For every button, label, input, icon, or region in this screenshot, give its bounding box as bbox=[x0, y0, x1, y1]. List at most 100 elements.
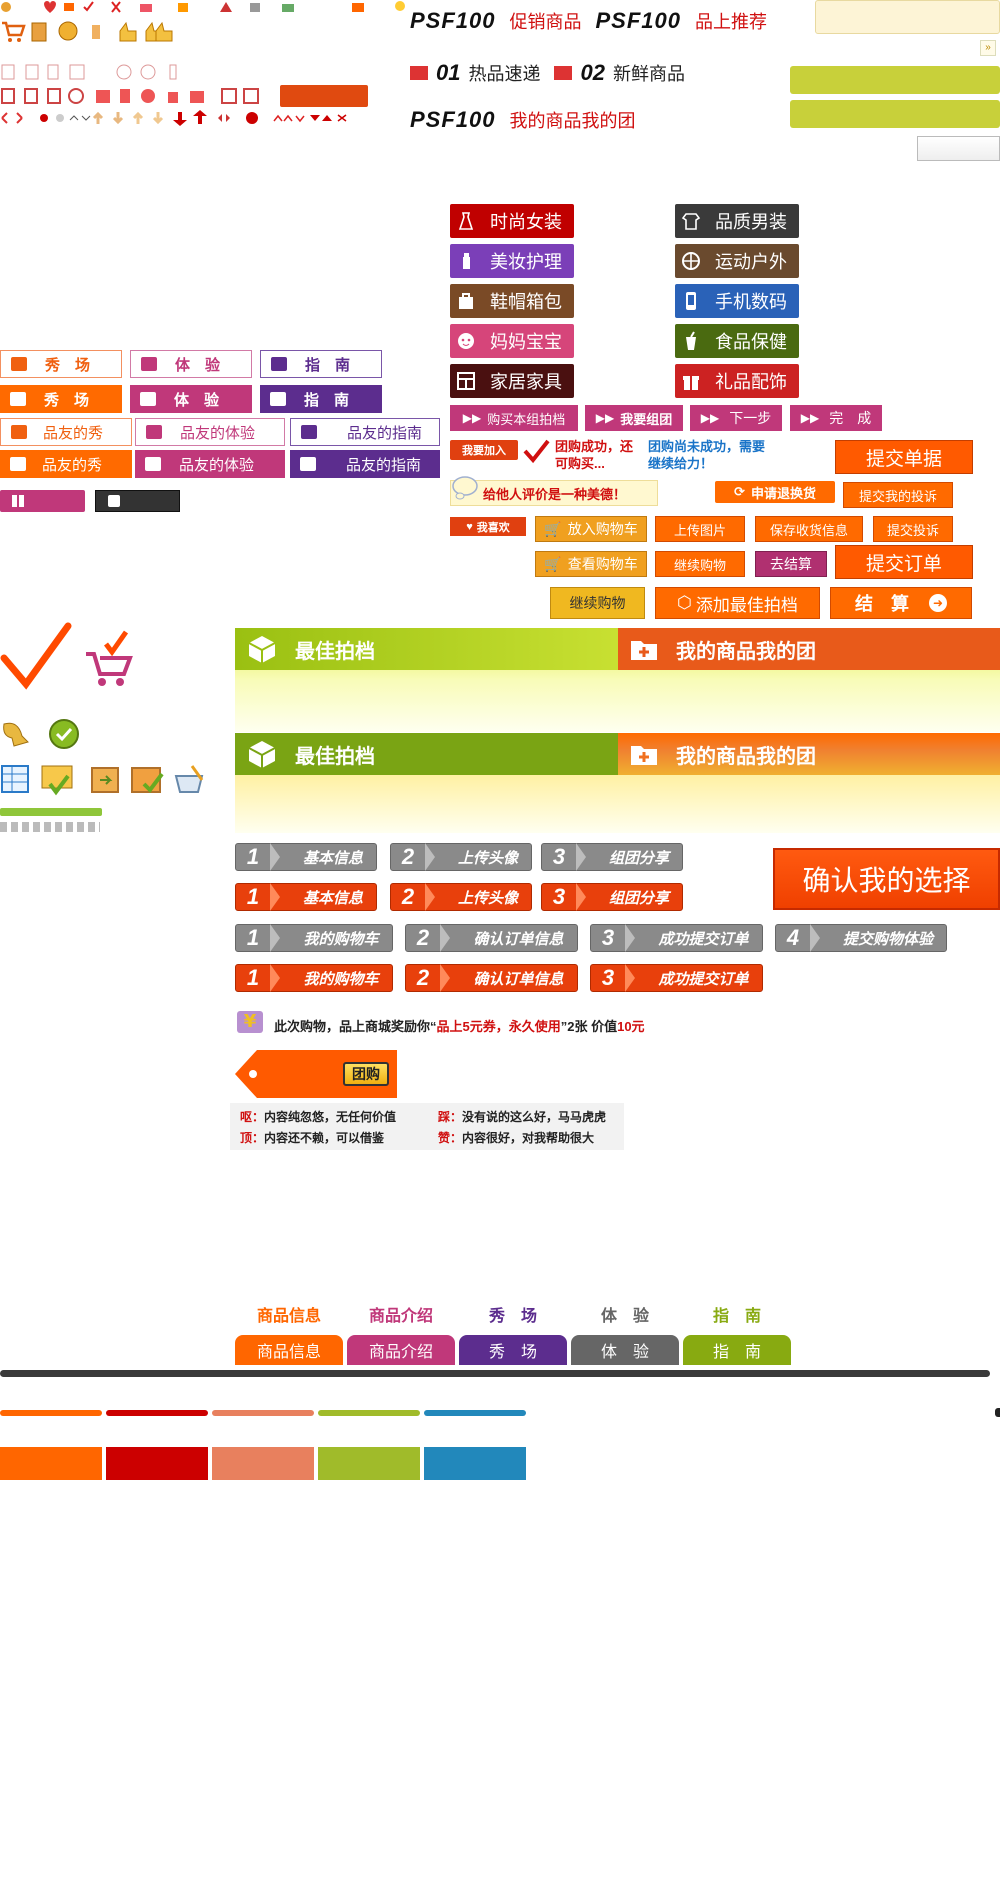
step-number: 3 bbox=[552, 844, 566, 869]
tab-guide-outline[interactable]: 指 南 bbox=[260, 350, 382, 378]
next-step-button[interactable]: ▶▶ 下一步 bbox=[690, 405, 782, 431]
save-address-button[interactable]: 保存收货信息 bbox=[755, 516, 863, 542]
cube-icon bbox=[247, 634, 277, 664]
step-number: 1 bbox=[246, 844, 260, 869]
dark-action-button[interactable] bbox=[95, 490, 180, 512]
tab-experience-outline[interactable]: 体 验 bbox=[130, 350, 252, 378]
nav-tab-2[interactable]: 商品介绍 bbox=[347, 1335, 455, 1365]
refund-button[interactable]: ⟳ 申请退换货 bbox=[715, 481, 835, 503]
add-best-partner-button[interactable]: ⬡ 添加最佳拍档 bbox=[655, 587, 820, 619]
category-button-6[interactable]: 手机数码 bbox=[675, 284, 799, 318]
category-button-7[interactable]: 妈妈宝宝 bbox=[450, 324, 574, 358]
bell-icon bbox=[0, 718, 30, 748]
nav-tab-1[interactable]: 商品信息 bbox=[235, 1335, 343, 1365]
step-order-gray-3[interactable]: 3 成功提交订单 bbox=[590, 924, 763, 952]
tab-friends-experience-filled[interactable]: 品友的体验 bbox=[135, 450, 285, 478]
fast-forward-icon: ▶▶ bbox=[700, 411, 720, 425]
step-basic-orange-2[interactable]: 2 上传头像 bbox=[390, 883, 532, 911]
rating-option-3[interactable]: 顶：内容还不赖，可以借鉴 bbox=[240, 1129, 384, 1146]
tab-show-filled[interactable]: 秀 场 bbox=[0, 385, 122, 413]
rating-option-2[interactable]: 踩：没有说的这么好，马马虎虎 bbox=[438, 1108, 606, 1125]
tab-friends-show-filled[interactable]: 品友的秀 bbox=[0, 450, 132, 478]
green-bar-1[interactable] bbox=[790, 66, 1000, 94]
rating-option-1[interactable]: 呕：内容纯忽悠，无任何价值 bbox=[240, 1108, 396, 1125]
nav-tab-text-2[interactable]: 商品介绍 bbox=[347, 1302, 455, 1326]
continue-shopping-button[interactable]: 继续购物 bbox=[655, 551, 745, 577]
upload-image-button[interactable]: 上传图片 bbox=[655, 516, 745, 542]
step-order-orange-2[interactable]: 2 确认订单信息 bbox=[405, 964, 578, 992]
step-order-gray-1[interactable]: 1 我的购物车 bbox=[235, 924, 393, 952]
step-basic-gray-3[interactable]: 3 组团分享 bbox=[541, 843, 683, 871]
tab-friends-guide-outline[interactable]: 品友的指南 bbox=[290, 418, 440, 446]
category-label: 运动户外 bbox=[715, 252, 787, 272]
best-partner-header-dark: 最佳拍档 bbox=[235, 733, 618, 775]
gray-input[interactable] bbox=[917, 136, 1000, 161]
checkout-button[interactable]: 去结算 bbox=[755, 551, 827, 577]
step-basic-orange-1[interactable]: 1 基本信息 bbox=[235, 883, 377, 911]
step-number: 4 bbox=[786, 925, 800, 950]
category-button-1[interactable]: 时尚女装 bbox=[450, 204, 574, 238]
step-basic-gray-1[interactable]: 1 基本信息 bbox=[235, 843, 377, 871]
nav-tab-text-3[interactable]: 秀 场 bbox=[459, 1302, 567, 1326]
nav-tab-3[interactable]: 秀 场 bbox=[459, 1335, 567, 1365]
like-button[interactable]: ♥ 我喜欢 bbox=[450, 517, 526, 536]
tab-friends-experience-outline[interactable]: 品友的体验 bbox=[135, 418, 285, 446]
fast-forward-icon: ▶▶ bbox=[595, 411, 615, 425]
submit-doc-button[interactable]: 提交单据 bbox=[835, 440, 973, 474]
expand-icon[interactable]: » bbox=[980, 40, 996, 56]
category-button-8[interactable]: 食品保健 bbox=[675, 324, 799, 358]
my-complaint-button[interactable]: 提交我的投诉 bbox=[843, 482, 953, 508]
step-number: 1 bbox=[246, 965, 260, 990]
buy-group-button[interactable]: ▶▶ 购买本组拍档 bbox=[450, 405, 578, 431]
step-order-gray-2[interactable]: 2 确认订单信息 bbox=[405, 924, 578, 952]
nav-tab-text-4[interactable]: 体 验 bbox=[571, 1302, 679, 1326]
tab-experience-filled[interactable]: 体 验 bbox=[130, 385, 252, 413]
nav-tab-4[interactable]: 体 验 bbox=[571, 1335, 679, 1365]
complaint-button[interactable]: 提交投诉 bbox=[873, 516, 953, 542]
category-button-10[interactable]: 礼品配饰 bbox=[675, 364, 799, 398]
color-swatch-5 bbox=[424, 1447, 526, 1480]
submit-order-button[interactable]: 提交订单 bbox=[835, 545, 973, 579]
green-bar-2[interactable] bbox=[790, 100, 1000, 128]
nav-tab-text-1[interactable]: 商品信息 bbox=[235, 1302, 343, 1326]
step-label: 确认订单信息 bbox=[473, 930, 564, 948]
step-basic-gray-2[interactable]: 2 上传头像 bbox=[390, 843, 532, 871]
category-button-4[interactable]: 运动户外 bbox=[675, 244, 799, 278]
nav-tab-text-5[interactable]: 指 南 bbox=[683, 1302, 791, 1326]
category-button-3[interactable]: 美妆护理 bbox=[450, 244, 574, 278]
basket-icon bbox=[141, 357, 157, 371]
nav-underline bbox=[0, 1370, 990, 1377]
done-button[interactable]: ▶▶ 完 成 bbox=[790, 405, 882, 431]
settle-button[interactable]: 结 算 ➜ bbox=[830, 587, 972, 619]
cube-icon bbox=[247, 739, 277, 769]
step-order-orange-1[interactable]: 1 我的购物车 bbox=[235, 964, 393, 992]
step-order-orange-3[interactable]: 3 成功提交订单 bbox=[590, 964, 763, 992]
category-button-5[interactable]: 鞋帽箱包 bbox=[450, 284, 574, 318]
grid-view-button[interactable] bbox=[0, 490, 85, 512]
heart-icon: ♥ bbox=[466, 520, 473, 533]
join-button[interactable]: 我要加入 bbox=[450, 440, 518, 460]
add-cart-button[interactable]: 🛒 放入购物车 bbox=[535, 516, 647, 542]
bottle-icon bbox=[456, 251, 476, 271]
view-cart-button[interactable]: 🛒 查看购物车 bbox=[535, 551, 647, 577]
category-label: 礼品配饰 bbox=[715, 372, 787, 392]
step-basic-orange-3[interactable]: 3 组团分享 bbox=[541, 883, 683, 911]
number-02: 02 bbox=[580, 60, 605, 85]
comment-box: 给他人评价是一种美德！ bbox=[450, 476, 658, 506]
tab-friends-guide-filled[interactable]: 品友的指南 bbox=[290, 450, 440, 478]
category-label: 时尚女装 bbox=[490, 212, 562, 232]
category-button-9[interactable]: 家居家具 bbox=[450, 364, 574, 398]
nav-tab-5[interactable]: 指 南 bbox=[683, 1335, 791, 1365]
tab-friends-show-outline[interactable]: 品友的秀 bbox=[0, 418, 132, 446]
search-field[interactable] bbox=[815, 0, 1000, 34]
continue-shopping-yellow-button[interactable]: 继续购物 bbox=[550, 587, 645, 619]
rating-option-4[interactable]: 赞：内容很好，对我帮助很大 bbox=[438, 1129, 594, 1146]
join-group-button[interactable]: ▶▶ 我要组团 bbox=[585, 405, 683, 431]
tab-show-outline[interactable]: 秀 场 bbox=[0, 350, 122, 378]
tab-guide-filled[interactable]: 指 南 bbox=[260, 385, 382, 413]
confirm-selection-button[interactable]: 确认我的选择 bbox=[773, 848, 1000, 910]
step-order-gray-4[interactable]: 4 提交购物体验 bbox=[775, 924, 947, 952]
category-button-2[interactable]: 品质男装 bbox=[675, 204, 799, 238]
yen-coin-icon: ¥ bbox=[235, 1005, 265, 1035]
tuangou-tag[interactable]: 团购 bbox=[235, 1050, 399, 1098]
